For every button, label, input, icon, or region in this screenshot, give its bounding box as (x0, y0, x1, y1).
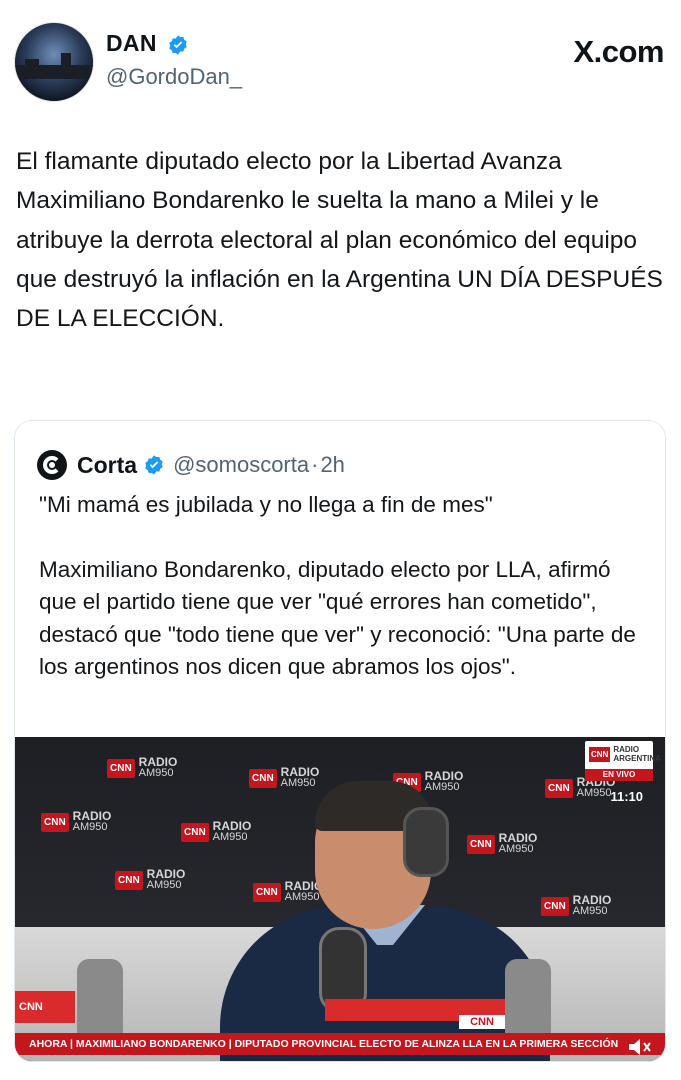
quoted-tweet-text: "Mi mamá es jubilada y no llega a fin de… (39, 489, 647, 716)
author-name[interactable]: DAN (106, 30, 189, 57)
tweet-header: DAN @GordoDan_ X.com (14, 20, 664, 102)
backdrop-logo: CNN RADIO AM950 (181, 820, 251, 843)
backdrop-logo: CNN RADIO AM950 (249, 766, 319, 789)
video-player[interactable]: CNN RADIO AM950 CNN RADIO AM950 CNN RADIO AM95… (15, 737, 665, 1061)
corta-logo-icon[interactable] (37, 450, 67, 480)
backdrop-logo: CNN RADIO AM950 (41, 810, 111, 833)
verified-badge-icon (169, 35, 188, 55)
site-label: X.com (573, 34, 664, 69)
quoted-author-handle[interactable]: @somoscorta (173, 452, 309, 478)
author-name-text[interactable]: DAN (106, 30, 157, 56)
tweet-text: El flamante diputado electo por la Liber… (16, 148, 663, 333)
avatar[interactable] (14, 22, 94, 102)
quoted-paragraph-1: "Mi mamá es jubilada y no llega a fin de… (39, 492, 493, 517)
cnn-logo: CNN (589, 746, 611, 762)
backdrop-logo: CNN RADIO AM950 (467, 832, 537, 855)
backdrop-logo: CNN RADIO AM950 (107, 756, 177, 779)
broadcast-clock: 11:10 (610, 789, 643, 804)
mute-speaker-icon[interactable] (625, 1037, 655, 1059)
mic-flag-logo: CNN (459, 1015, 505, 1029)
verified-badge-icon (145, 455, 163, 475)
quoted-tweet-card[interactable]: Corta @somoscorta · 2h "Mi mamá es jubil… (14, 420, 666, 1062)
headphones-icon (403, 807, 449, 877)
separator-dot: · (311, 452, 319, 477)
quoted-paragraph-2: Maximiliano Bondarenko, diputado electo … (39, 556, 636, 680)
lower-third-caption: AHORA | MAXIMILIANO BONDARENKO | DIPUTAD… (15, 1033, 665, 1055)
mic-flag-logo: CNN (15, 991, 75, 1023)
quoted-tweet-time[interactable]: 2h (320, 452, 344, 478)
live-badge: CNN RADIO ARGENTINA EN VIVO (585, 741, 661, 781)
quoted-tweet-header: Corta @somoscorta · 2h (37, 447, 345, 483)
backdrop-logo: CNN RADIO AM950 (253, 880, 323, 903)
quoted-author-name[interactable]: Corta (77, 452, 137, 479)
backdrop-logo: CNN RADIO AM950 (541, 894, 611, 917)
author-handle[interactable]: @GordoDan_ (106, 64, 242, 90)
live-label: EN VIVO (585, 769, 653, 781)
backdrop-logo: CNN RADIO AM950 (115, 868, 185, 891)
